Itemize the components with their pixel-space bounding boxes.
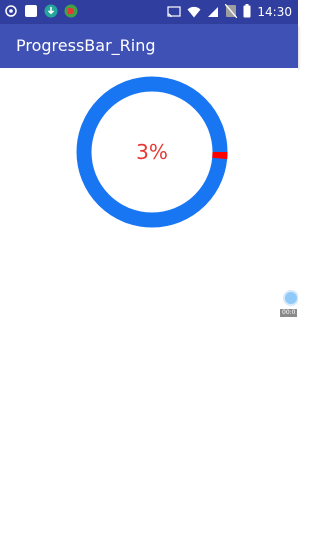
status-right-icons: 14:30 [167,3,292,21]
app-d-icon [64,3,78,22]
battery-icon [243,3,251,22]
square-app-icon [24,3,38,22]
status-time: 14:30 [257,5,292,19]
progress-ring: 3% [76,76,228,228]
cast-icon [167,3,182,22]
notification-icon [4,3,18,22]
download-icon [44,3,58,22]
wifi-icon [187,3,201,22]
floating-bubble-label: 00:0 [280,309,298,317]
no-sim-icon [224,3,238,22]
progress-percent-label: 3% [136,140,168,164]
floating-overlay-bubble[interactable]: 00:0 [280,290,298,320]
progress-percent-text: 3% [76,76,228,228]
status-left-icons [4,3,78,21]
main-content: 3% 00:0 [0,68,298,533]
app-bar: ProgressBar_Ring [0,24,298,68]
status-bar: 14:30 [0,0,298,24]
signal-icon [207,3,219,22]
floating-bubble-icon[interactable] [283,290,298,306]
app-title: ProgressBar_Ring [16,36,156,55]
